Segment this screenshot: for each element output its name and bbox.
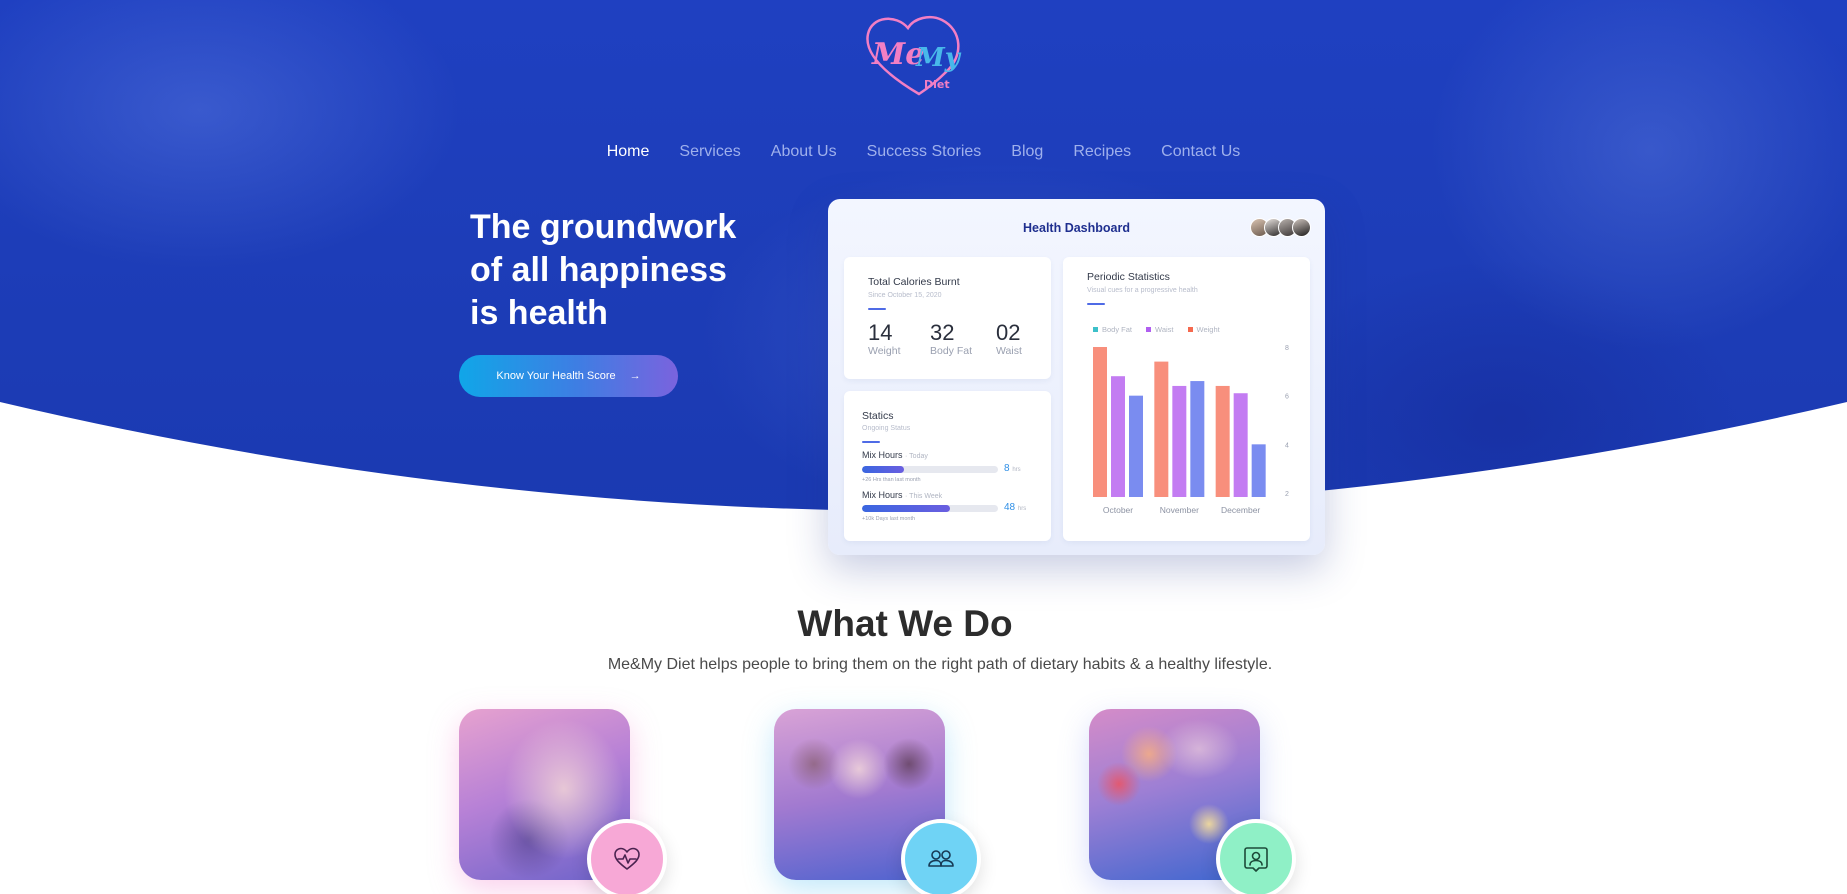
bar-waist-december: [1233, 393, 1248, 497]
health-dashboard-card: Health Dashboard Total Calories Burnt Si…: [828, 199, 1325, 555]
accent-line: [868, 308, 886, 310]
avatar-group: [1250, 218, 1311, 237]
feature-card-coaching[interactable]: [459, 709, 679, 894]
metric-value: 02: [996, 320, 1021, 345]
nav-success-stories[interactable]: Success Stories: [867, 143, 982, 161]
users-icon: [901, 819, 981, 894]
logo[interactable]: Me My Diet: [862, 10, 976, 100]
periodic-statistics-panel: Periodic Statistics Visual cues for a pr…: [1063, 257, 1310, 541]
y-tick-label: 4: [1285, 442, 1289, 449]
nav-about-us[interactable]: About Us: [771, 143, 837, 161]
cta-label: Know Your Health Score: [496, 370, 616, 382]
nav-contact-us[interactable]: Contact Us: [1161, 143, 1240, 161]
heart-pulse-icon: [587, 819, 667, 894]
mix-hours-week-label: Mix Hours · This Week: [862, 490, 943, 500]
bar-weight-october: [1129, 395, 1143, 497]
feature-card-consultation[interactable]: [1089, 709, 1309, 894]
statics-title: Statics: [862, 410, 894, 422]
nav-services[interactable]: Services: [679, 143, 740, 161]
accent-line: [862, 441, 880, 443]
mix-hours-today-progress: [862, 466, 998, 473]
metric-value: 14: [868, 320, 893, 345]
progress-fill: [862, 505, 951, 512]
avatar[interactable]: [1292, 218, 1311, 237]
headline-line-3: is health: [470, 294, 608, 332]
calories-panel: Total Calories Burnt Since October 15, 2…: [844, 257, 1051, 379]
hero-headline: The groundwork of all happiness is healt…: [470, 206, 790, 335]
nav-home[interactable]: Home: [607, 143, 650, 161]
bar-weight-november: [1190, 381, 1205, 497]
svg-text:Diet: Diet: [924, 78, 950, 91]
metric-body-fat: 32 Body Fat: [930, 320, 973, 358]
statics-subtitle: Ongoing Status: [862, 425, 911, 432]
metric-waist: 02 Waist: [996, 320, 1022, 358]
mix-hours-week-note: +10k Days last month: [862, 516, 916, 522]
what-we-do-subtitle: Me&My Diet helps people to bring them on…: [607, 656, 1273, 673]
bar-body-fat-november: [1154, 361, 1169, 497]
what-we-do-title: What We Do: [797, 603, 1013, 644]
metric-label: Body Fat: [930, 345, 973, 357]
metric-label: Weight: [868, 345, 901, 357]
nav-blog[interactable]: Blog: [1011, 143, 1043, 161]
calories-title: Total Calories Burnt: [868, 276, 960, 288]
y-tick-label: 6: [1285, 394, 1289, 401]
progress-fill: [862, 466, 905, 473]
mix-hours-today-note: +26 Hrs than last month: [862, 477, 921, 483]
svg-text:My: My: [915, 43, 962, 73]
y-tick-label: 8: [1285, 345, 1289, 352]
calories-subtitle: Since October 15, 2020: [868, 292, 942, 299]
nav-recipes[interactable]: Recipes: [1073, 143, 1131, 161]
x-tick-label: October: [1103, 505, 1133, 515]
arrow-right-icon: →: [629, 370, 641, 382]
mix-hours-today-label: Mix Hours · Today: [862, 450, 928, 460]
bar-waist-november: [1172, 385, 1187, 497]
bar-body-fat-october: [1093, 347, 1107, 497]
bar-waist-october: [1111, 376, 1125, 497]
statics-panel: Statics Ongoing Status Mix Hours · Today…: [844, 391, 1051, 541]
bar-body-fat-december: [1215, 385, 1230, 497]
mix-hours-week-progress: [862, 505, 998, 512]
metric-label: Waist: [996, 345, 1022, 357]
metric-value: 32: [930, 320, 955, 345]
headline-line-1: The groundwork: [470, 208, 737, 246]
headline-line-2: of all happiness: [470, 251, 727, 289]
mix-hours-week-value: 48 hrs: [1004, 502, 1027, 513]
periodic-bar-chart: October November December 2 4 6 8: [1093, 345, 1289, 515]
know-health-score-button[interactable]: Know Your Health Score →: [459, 355, 678, 397]
feature-card-community[interactable]: [774, 709, 994, 894]
main-nav: Home Services About Us Success Stories B…: [0, 143, 1847, 161]
bar-weight-december: [1251, 444, 1266, 497]
user-chat-icon: [1216, 819, 1296, 894]
y-tick-label: 2: [1285, 491, 1289, 498]
metric-weight: 14 Weight: [868, 320, 901, 358]
x-tick-label: December: [1221, 505, 1260, 515]
x-tick-label: November: [1160, 505, 1199, 515]
mix-hours-today-value: 8 hrs: [1004, 463, 1021, 474]
